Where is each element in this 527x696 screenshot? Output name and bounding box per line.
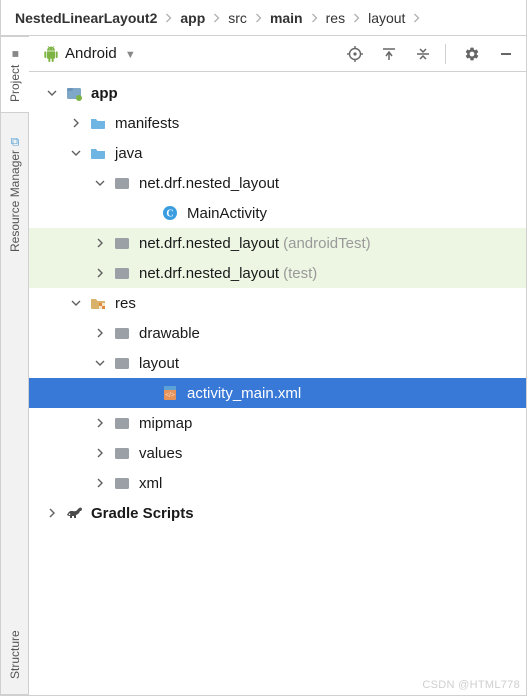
tree-row-label: app (91, 85, 118, 102)
package-icon (113, 354, 131, 372)
tree-row[interactable]: net.drf.nested_layout(androidTest) (29, 228, 526, 258)
arrow-down-icon[interactable] (93, 178, 107, 188)
tree-row[interactable]: res (29, 288, 526, 318)
tree-row-suffix: (androidTest) (283, 235, 371, 252)
tree-row[interactable]: C MainActivity (29, 198, 526, 228)
arrow-right-icon[interactable] (93, 448, 107, 458)
tree-row-label: drawable (139, 325, 200, 342)
tree-row-label: values (139, 445, 182, 462)
tree-row[interactable]: app (29, 78, 526, 108)
gradle-icon (65, 504, 83, 522)
tree-row[interactable]: java (29, 138, 526, 168)
arrow-down-icon[interactable] (93, 358, 107, 368)
tree-row-label: net.drf.nested_layout (139, 175, 279, 192)
package-icon (113, 414, 131, 432)
header-divider (445, 44, 446, 64)
panel-header: Android ▼ (29, 36, 526, 72)
tree-row-label: net.drf.nested_layout (139, 235, 279, 252)
arrow-right-icon[interactable] (93, 328, 107, 338)
tree-row[interactable]: manifests (29, 108, 526, 138)
tree-row-label: Gradle Scripts (91, 505, 194, 522)
project-panel: Android ▼ app manifests java net.drf.nested… (29, 36, 526, 695)
settings-button[interactable] (460, 42, 484, 66)
breadcrumb-item[interactable]: main (270, 10, 303, 26)
left-rail: Project ■ Resource Manager ⧉ Structure (1, 36, 29, 695)
tree-row[interactable]: xml (29, 468, 526, 498)
folder-blue-icon (89, 144, 107, 162)
arrow-right-icon[interactable] (93, 268, 107, 278)
resource-manager-icon: ⧉ (11, 134, 20, 148)
tree-row-label: xml (139, 475, 162, 492)
rail-tab-label: Structure (8, 630, 22, 679)
tree-row-suffix: (test) (283, 265, 317, 282)
breadcrumb-item[interactable]: src (228, 10, 247, 26)
breadcrumb-item[interactable]: app (180, 10, 205, 26)
class-icon: C (161, 204, 179, 222)
arrow-right-icon[interactable] (93, 478, 107, 488)
arrow-down-icon[interactable] (69, 298, 83, 308)
svg-text:</>: </> (165, 391, 175, 399)
view-dropdown[interactable]: Android ▼ (65, 45, 136, 62)
tree-row-label: res (115, 295, 136, 312)
package-icon (113, 234, 131, 252)
tree-row[interactable]: mipmap (29, 408, 526, 438)
package-icon (113, 174, 131, 192)
tree-row[interactable]: Gradle Scripts (29, 498, 526, 528)
main-area: Project ■ Resource Manager ⧉ Structure A… (1, 36, 526, 695)
project-icon: ■ (8, 47, 22, 61)
chevron-right-icon (353, 13, 360, 23)
chevron-right-icon (311, 13, 318, 23)
xml-icon: </> (161, 384, 179, 402)
module-icon (65, 84, 83, 102)
package-icon (113, 324, 131, 342)
package-icon (113, 444, 131, 462)
folder-blue-icon (89, 114, 107, 132)
chevron-right-icon (255, 13, 262, 23)
tree-row-label: mipmap (139, 415, 192, 432)
rail-tab-resource-manager[interactable]: Resource Manager ⧉ (1, 112, 29, 276)
project-tree[interactable]: app manifests java net.drf.nested_layout C Ma… (29, 72, 526, 695)
target-button[interactable] (343, 42, 367, 66)
arrow-right-icon[interactable] (93, 418, 107, 428)
rail-tab-structure[interactable]: Structure (1, 615, 29, 695)
tree-row-label: net.drf.nested_layout (139, 265, 279, 282)
breadcrumb: NestedLinearLayout2 app src main res layout (1, 0, 526, 36)
folder-res-icon (89, 294, 107, 312)
tree-row[interactable]: net.drf.nested_layout (29, 168, 526, 198)
tree-row-label: manifests (115, 115, 179, 132)
collapse-all-button[interactable] (411, 42, 435, 66)
chevron-right-icon (413, 13, 420, 23)
tree-row[interactable]: values (29, 438, 526, 468)
rail-tab-project[interactable]: Project ■ (1, 36, 29, 112)
minimize-button[interactable] (494, 42, 518, 66)
arrow-right-icon[interactable] (45, 508, 59, 518)
tree-row[interactable]: drawable (29, 318, 526, 348)
breadcrumb-item[interactable]: NestedLinearLayout2 (15, 10, 157, 26)
chevron-right-icon (213, 13, 220, 23)
breadcrumb-item[interactable]: layout (368, 10, 405, 26)
dropdown-arrow-icon: ▼ (125, 49, 136, 61)
breadcrumb-item[interactable]: res (326, 10, 345, 26)
arrow-right-icon[interactable] (69, 118, 83, 128)
tree-row[interactable]: net.drf.nested_layout(test) (29, 258, 526, 288)
package-icon (113, 264, 131, 282)
android-icon (43, 46, 59, 62)
rail-tab-label: Project (8, 65, 22, 102)
tree-row[interactable]: </> activity_main.xml (29, 378, 526, 408)
tree-row-label: java (115, 145, 143, 162)
arrow-down-icon[interactable] (69, 148, 83, 158)
package-icon (113, 474, 131, 492)
arrow-right-icon[interactable] (93, 238, 107, 248)
arrow-down-icon[interactable] (45, 88, 59, 98)
tree-row-label: activity_main.xml (187, 385, 301, 402)
watermark: CSDN @HTML778 (422, 679, 520, 691)
tree-row-label: layout (139, 355, 179, 372)
rail-tab-label: Resource Manager (8, 150, 22, 252)
svg-text:C: C (166, 209, 173, 220)
expand-all-button[interactable] (377, 42, 401, 66)
tree-row-label: MainActivity (187, 205, 267, 222)
chevron-right-icon (165, 13, 172, 23)
tree-row[interactable]: layout (29, 348, 526, 378)
